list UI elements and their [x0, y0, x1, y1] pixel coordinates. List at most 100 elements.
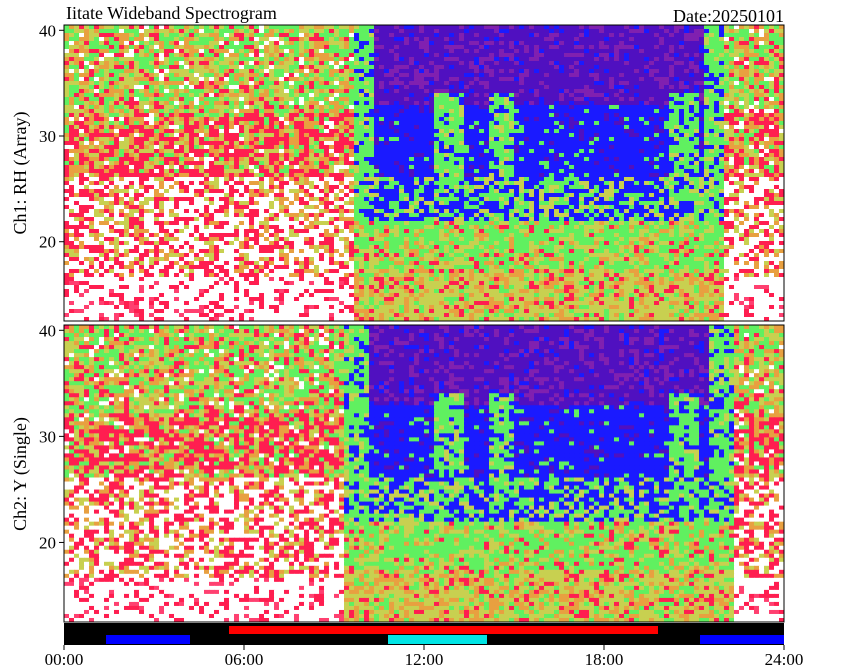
spectrogram-cell	[124, 33, 130, 38]
spectrogram-cell	[169, 57, 175, 62]
spectrogram-cell	[154, 89, 160, 94]
spectrogram-cell	[459, 145, 465, 150]
spectrogram-cell	[179, 97, 185, 102]
spectrogram-cell	[224, 97, 230, 102]
spectrogram-cell	[464, 149, 470, 154]
spectrogram-cell	[769, 45, 775, 50]
spectrogram-cell	[229, 113, 235, 118]
spectrogram-cell	[389, 109, 395, 114]
spectrogram-cell	[724, 37, 730, 42]
spectrogram-cell	[399, 129, 405, 134]
spectrogram-cell	[484, 109, 490, 114]
spectrogram-cell	[159, 57, 165, 62]
spectrogram-cell	[244, 117, 250, 122]
spectrogram-cell	[749, 121, 755, 126]
spectrogram-cell	[134, 57, 140, 62]
spectrogram-cell	[499, 53, 505, 58]
spectrogram-cell	[739, 145, 745, 150]
spectrogram-cell	[499, 89, 505, 94]
spectrogram-cell	[469, 81, 475, 86]
spectrogram-cell	[294, 81, 300, 86]
spectrogram-cell	[589, 81, 595, 86]
spectrogram-cell	[219, 97, 225, 102]
spectrogram-cell	[269, 157, 275, 162]
spectrogram-cell	[774, 89, 780, 94]
spectrogram-cell	[329, 81, 335, 86]
spectrogram-cell	[539, 25, 545, 30]
spectrogram-cell	[434, 77, 440, 82]
spectrogram-cell	[284, 69, 290, 74]
spectrogram-cell	[649, 109, 655, 114]
spectrogram-cell	[544, 129, 550, 134]
spectrogram-cell	[514, 125, 520, 130]
spectrogram-cell	[654, 33, 660, 38]
spectrogram-cell	[574, 81, 580, 86]
spectrogram-cell	[554, 61, 560, 66]
spectrogram-cell	[704, 145, 710, 150]
spectrogram-cell	[634, 121, 640, 126]
spectrogram-cell	[594, 133, 600, 138]
spectrogram-cell	[244, 121, 250, 126]
spectrogram-cell	[594, 149, 600, 154]
spectrogram-cell	[714, 109, 720, 114]
spectrogram-cell	[689, 85, 695, 90]
spectrogram-cell	[149, 81, 155, 86]
spectrogram-cell	[224, 77, 230, 82]
spectrogram-cell	[709, 77, 715, 82]
spectrogram-cell	[294, 61, 300, 66]
spectrogram-cell	[419, 97, 425, 102]
spectrogram-cell	[584, 93, 590, 98]
spectrogram-cell	[484, 65, 490, 70]
spectrogram-cell	[344, 117, 350, 122]
spectrogram-cell	[169, 153, 175, 158]
spectrogram-cell	[164, 161, 170, 166]
spectrogram-cell	[584, 69, 590, 74]
spectrogram-cell	[139, 153, 145, 158]
spectrogram-cell	[164, 93, 170, 98]
spectrogram-cell	[354, 153, 360, 158]
spectrogram-cell	[99, 89, 105, 94]
spectrogram-cell	[319, 89, 325, 94]
spectrogram-cell	[199, 145, 205, 150]
spectrogram-cell	[224, 65, 230, 70]
spectrogram-cell	[754, 141, 760, 146]
spectrogram-cell	[744, 109, 750, 114]
spectrogram-cell	[734, 73, 740, 78]
spectrogram-cell	[239, 97, 245, 102]
spectrogram-cell	[354, 129, 360, 134]
spectrogram-cell	[639, 25, 645, 30]
spectrogram-cell	[169, 149, 175, 154]
spectrogram-cell	[469, 149, 475, 154]
spectrogram-cell	[439, 29, 445, 34]
spectrogram-cell	[174, 73, 180, 78]
spectrogram-cell	[704, 73, 710, 78]
spectrogram-cell	[379, 97, 385, 102]
spectrogram-cell	[394, 129, 400, 134]
spectrogram-cell	[449, 41, 455, 46]
spectrogram-cell	[654, 149, 660, 154]
spectrogram-cell	[484, 49, 490, 54]
spectrogram-cell	[544, 157, 550, 162]
spectrogram-cell	[764, 101, 770, 106]
spectrogram-cell	[574, 157, 580, 162]
spectrogram-cell	[529, 157, 535, 162]
spectrogram-cell	[264, 81, 270, 86]
spectrogram-cell	[734, 45, 740, 50]
spectrogram-cell	[409, 137, 415, 142]
spectrogram-cell	[609, 33, 615, 38]
spectrogram-cell	[204, 45, 210, 50]
spectrogram-cell	[129, 125, 135, 130]
spectrogram-cell	[424, 29, 430, 34]
spectrogram-cell	[754, 37, 760, 42]
spectrogram-cell	[304, 125, 310, 130]
spectrogram-cell	[649, 137, 655, 142]
spectrogram-cell	[244, 41, 250, 46]
spectrogram-cell	[519, 29, 525, 34]
spectrogram-cell	[489, 49, 495, 54]
spectrogram-cell	[299, 121, 305, 126]
spectrogram-cell	[99, 33, 105, 38]
spectrogram-cell	[344, 157, 350, 162]
spectrogram-cell	[449, 45, 455, 50]
spectrogram-cell	[679, 149, 685, 154]
spectrogram-cell	[439, 77, 445, 82]
